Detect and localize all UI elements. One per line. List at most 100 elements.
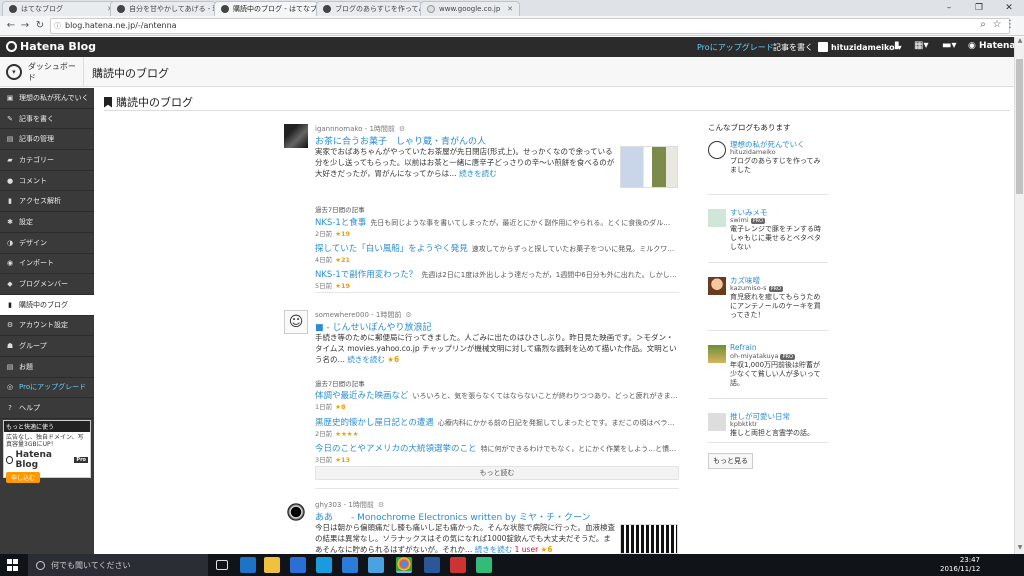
forward-arrow-icon[interactable]: →	[18, 19, 32, 33]
past-article[interactable]: 体調や最近みた映画など いろいろと、気を張らなくてはならないことが終わりつつあり、…	[315, 389, 679, 401]
past-article-title[interactable]: 黒歴史的懐かし屋日記との遭遇	[315, 418, 434, 428]
reload-icon[interactable]: ↻	[33, 19, 47, 33]
task-view-icon[interactable]	[216, 560, 228, 570]
bookmark-users-badge[interactable]: 1 user	[515, 545, 539, 554]
photos-icon[interactable]	[476, 557, 492, 573]
entry-thumbnail[interactable]	[620, 524, 678, 554]
blog-avatar[interactable]	[708, 141, 726, 159]
menu-dots-icon[interactable]: ⋮	[1003, 18, 1017, 32]
past-article-title[interactable]: NKS-1と食事	[315, 218, 366, 228]
recommended-blog-card[interactable]: Refrain oh-miyatakuya PRO 年収1,000万円前後は貯蓄が…	[708, 341, 828, 399]
browser-tab-active[interactable]: 購読中のブログ - はてなブロ...✕	[214, 1, 318, 16]
blog-avatar[interactable]	[708, 209, 726, 227]
sidebar-item-category[interactable]: ▰ カテゴリー	[0, 150, 94, 171]
entry-thumbnail[interactable]	[620, 146, 678, 188]
back-arrow-icon[interactable]: ←	[4, 19, 18, 33]
promo-apply-button[interactable]: 申し込む	[6, 472, 41, 483]
close-tab-icon[interactable]: ✕	[504, 5, 513, 13]
cortana-search-box[interactable]: 何でも聞いてください	[28, 554, 208, 576]
sidebar-item-account[interactable]: ⚙ アカウント設定	[0, 316, 94, 337]
author-avatar[interactable]: ☺	[284, 310, 308, 334]
pro-upgrade-link[interactable]: Proにアップグレード	[697, 42, 774, 53]
dashboard-button[interactable]: ▾ ダッシュボード	[0, 57, 84, 87]
sidebar-item-pro[interactable]: ◎ Proにアップグレード	[0, 378, 94, 399]
scroll-down-icon[interactable]: ▼	[1015, 544, 1024, 554]
past-article[interactable]: 今日のことやアメリカの大統領選挙のこと 特に何ができるわけでもなく，とにかく作業を…	[315, 442, 679, 454]
past-article-title[interactable]: NKS-1で副作用変わった？	[315, 270, 417, 280]
app-icon[interactable]	[342, 557, 358, 573]
browser-tab[interactable]: はてなブログ✕	[2, 1, 120, 16]
recommended-blog-card[interactable]: すいみメモ swimi PRO 電子レンジで豚をチンする時しゃもじに乗せるとベタベ…	[708, 205, 828, 263]
zoom-icon[interactable]: ⌕	[976, 18, 990, 32]
past-article[interactable]: NKS-1と食事 先日も同じような事を書いてしまったが，最近とにかく副作用にやられ…	[315, 216, 679, 228]
file-explorer-icon[interactable]	[264, 557, 280, 573]
author-avatar[interactable]	[284, 124, 308, 148]
browser-tab[interactable]: ブログのあらすじを作ってみ...✕	[316, 1, 422, 16]
read-more-link[interactable]: 続きを読む	[459, 169, 497, 178]
sidebar-item-group[interactable]: ☗ グループ	[0, 336, 94, 357]
write-article-link[interactable]: 記事を書く	[773, 42, 813, 53]
recommended-blog-card[interactable]: カズ味噌 kazumiso-s PRO 育児疲れを癒してもらうためにアンテノールの…	[708, 273, 828, 331]
recommended-blog-card[interactable]: 理想の私が死んでいく hituzidameiko ブログのあらすじを作ってみまし…	[708, 137, 828, 195]
sidebar-item-analytics[interactable]: ▮ アクセス解析	[0, 191, 94, 213]
blog-name[interactable]: Refrain	[730, 343, 757, 352]
author-avatar[interactable]	[284, 500, 308, 524]
windows-start-icon[interactable]	[7, 559, 19, 571]
app-icon[interactable]	[368, 557, 384, 573]
gear-icon[interactable]: ⚙	[399, 125, 405, 133]
sidebar-item-theme[interactable]: ▤ お題	[0, 357, 94, 378]
read-more-link[interactable]: 続きを読む	[347, 355, 385, 364]
past-article[interactable]: 黒歴史的懐かし屋日記との遭遇 心療内科にかかる前の日記を発掘してしまったとです。ま…	[315, 416, 679, 428]
word-icon[interactable]	[424, 557, 440, 573]
bookmark-icon[interactable]: ▮	[894, 40, 900, 51]
system-clock[interactable]: 23:47 2016/11/12	[940, 556, 980, 574]
scrollbar-thumb[interactable]	[1016, 59, 1023, 194]
past-article[interactable]: NKS-1で副作用変わった？ 先週は2日に1度は外出しよう達だったが，1週間中6日…	[315, 268, 679, 280]
app-icon[interactable]	[316, 557, 332, 573]
pro-promo-box[interactable]: もっと快適に使う 広告なし、独自ドメイン、写真容量3GBにUP！ Hatena …	[3, 420, 91, 483]
past-article-title[interactable]: 探していた「白い風船」をようやく発見	[315, 244, 468, 254]
browser-tab[interactable]: www.google.co.jp ✕	[420, 1, 520, 16]
entry-author-time: igannnomako - 1時間前	[315, 125, 395, 133]
apps-grid-icon[interactable]: ▦▾	[914, 40, 928, 51]
page-info-icon[interactable]: ⓘ	[54, 19, 61, 33]
gear-icon[interactable]: ⚙	[378, 501, 384, 509]
read-more-button[interactable]: もっと読む	[315, 466, 679, 480]
blog-avatar[interactable]	[708, 413, 726, 431]
sidebar-item-import[interactable]: ◉ インポート	[0, 254, 94, 275]
scroll-up-icon[interactable]: ▲	[1015, 37, 1024, 47]
sidebar-item-design[interactable]: ◑ デザイン	[0, 233, 94, 254]
maximize-button[interactable]: ❐	[964, 0, 994, 16]
edge-icon[interactable]	[240, 557, 256, 573]
sidebar-item-settings[interactable]: ✱ 設定	[0, 212, 94, 233]
past-article[interactable]: 探していた「白い風船」をようやく発見 速攻してからずっと探していたお菓子をついに発…	[315, 242, 679, 254]
browser-tab[interactable]: 自分を甘やかしてあげる - 理...✕	[110, 1, 216, 16]
recommended-blog-card[interactable]: 推しが可愛い日常 kpbktktr 推しと両担と言霊学の話。	[708, 409, 828, 443]
blog-avatar[interactable]	[708, 277, 726, 295]
page-scrollbar[interactable]: ▲ ▼	[1014, 37, 1024, 554]
past-article-title[interactable]: 今日のことやアメリカの大統領選挙のこと	[315, 444, 477, 454]
sidebar-item-members[interactable]: ◆ ブログメンバー	[0, 274, 94, 295]
blog-avatar[interactable]	[708, 345, 726, 363]
hatena-blog-logo[interactable]: Hatena Blog	[6, 40, 96, 53]
sidebar-item-subscriptions[interactable]: ▮ 購読中のブログ	[0, 294, 94, 316]
hatena-brand[interactable]: ◉ Hatena	[968, 41, 1016, 51]
sidebar-item-help[interactable]: ? ヘルプ	[0, 398, 94, 419]
chrome-icon[interactable]	[396, 557, 412, 573]
app-icon[interactable]	[450, 557, 466, 573]
minimize-button[interactable]: –	[934, 0, 964, 16]
past-article-title[interactable]: 体調や最近みた映画など	[315, 391, 409, 401]
store-icon[interactable]	[290, 557, 306, 573]
sidebar-item-blog[interactable]: ▣ 理想の私が死んでいく	[0, 88, 94, 109]
user-menu[interactable]: hituzidameiko ▾	[818, 42, 902, 52]
bookmark-star-icon[interactable]: ☆	[990, 18, 1004, 32]
read-more-link[interactable]: 続きを読む	[475, 545, 513, 554]
sidebar-item-manage[interactable]: ▤ 記事の管理	[0, 129, 94, 151]
gear-icon[interactable]: ⚙	[405, 311, 411, 319]
sidebar-item-comment[interactable]: ● コメント	[0, 171, 94, 192]
see-more-button[interactable]: もっと見る	[708, 453, 753, 469]
close-window-button[interactable]: ✕	[994, 0, 1024, 16]
sidebar-item-write[interactable]: ✎ 記事を書く	[0, 109, 94, 130]
notification-icon[interactable]: ▬▾	[942, 40, 956, 51]
url-field[interactable]: ⓘ blog.hatena.ne.jp/-/antenna	[50, 18, 1010, 34]
